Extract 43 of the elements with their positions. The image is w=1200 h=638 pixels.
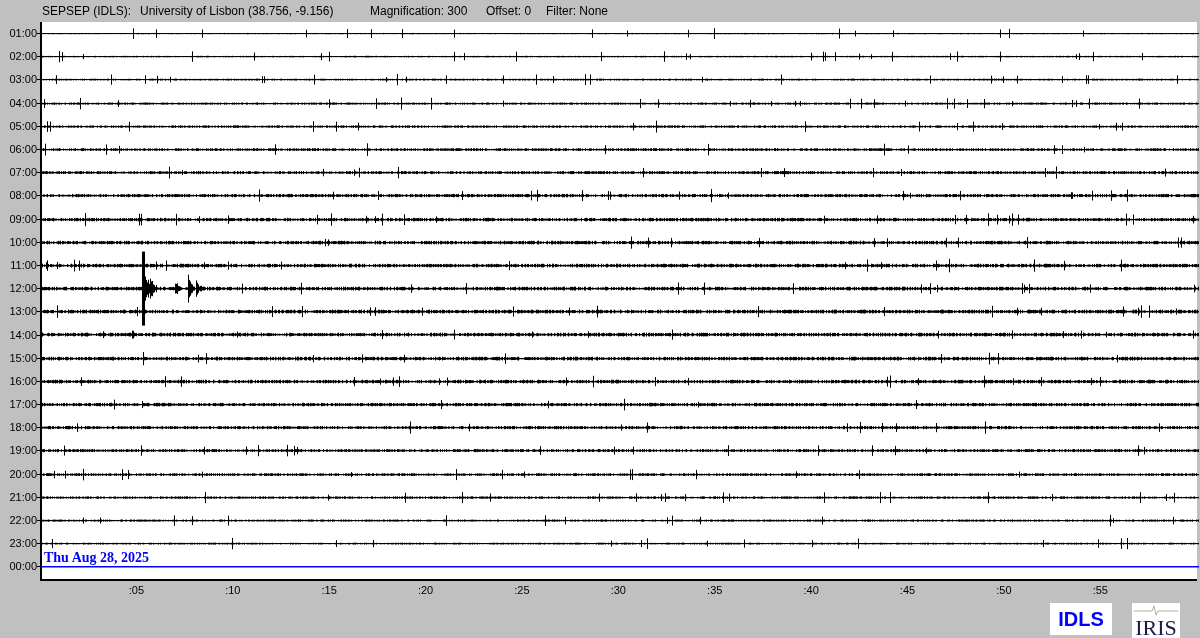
hour-label: 23:00 bbox=[9, 538, 37, 550]
hour-label: 17:00 bbox=[9, 399, 37, 411]
hour-label: 08:00 bbox=[9, 190, 37, 202]
hour-label: 03:00 bbox=[9, 74, 37, 86]
offset-setting: Offset: 0 bbox=[486, 3, 533, 20]
station-location: University of Lisbon (38.756, -9.156) bbox=[140, 3, 335, 20]
hour-label: 10:00 bbox=[9, 236, 37, 248]
minute-label: :35 bbox=[707, 585, 723, 596]
minute-label: :20 bbox=[417, 585, 434, 596]
hour-label: 18:00 bbox=[9, 422, 37, 434]
filter-setting: Filter: None bbox=[546, 3, 609, 20]
minute-label: :25 bbox=[514, 585, 530, 596]
minute-label: :55 bbox=[1092, 585, 1108, 596]
hour-label: 21:00 bbox=[9, 491, 37, 503]
hour-label: 02:00 bbox=[9, 51, 37, 63]
date-label: Thu Aug 28, 2025 bbox=[44, 551, 150, 566]
network-logo: IDLS bbox=[1050, 602, 1112, 635]
hour-label: 01:00 bbox=[9, 28, 37, 40]
hour-label: 13:00 bbox=[9, 306, 37, 318]
hour-label: 07:00 bbox=[9, 167, 37, 179]
consortium-logo: IRIS bbox=[1132, 602, 1180, 638]
hour-label: 06:00 bbox=[9, 144, 37, 156]
minute-label: :30 bbox=[610, 585, 626, 596]
hour-label: 22:00 bbox=[9, 515, 37, 527]
hour-label: 09:00 bbox=[9, 213, 37, 225]
hour-label: 14:00 bbox=[9, 329, 37, 341]
hour-label: 11:00 bbox=[10, 259, 37, 271]
hour-label: 19:00 bbox=[9, 445, 37, 457]
magnification-setting: Magnification: 300 bbox=[370, 3, 469, 20]
hour-label: 04:00 bbox=[9, 97, 37, 109]
minute-label: :40 bbox=[803, 585, 819, 596]
hour-label: 05:00 bbox=[9, 120, 37, 132]
hour-label: 20:00 bbox=[9, 468, 37, 480]
minute-label: :15 bbox=[321, 585, 337, 596]
station-code: SEPSEP (IDLS): bbox=[42, 3, 133, 20]
minute-label: :05 bbox=[128, 585, 145, 596]
minute-label: :10 bbox=[225, 585, 241, 596]
hour-label: 12:00 bbox=[9, 283, 37, 295]
hour-label: 00:00 bbox=[9, 561, 37, 573]
hour-label: 16:00 bbox=[9, 375, 37, 387]
minute-label: :50 bbox=[996, 585, 1012, 596]
hour-label: 15:00 bbox=[9, 352, 37, 364]
minute-label: :45 bbox=[899, 585, 916, 596]
